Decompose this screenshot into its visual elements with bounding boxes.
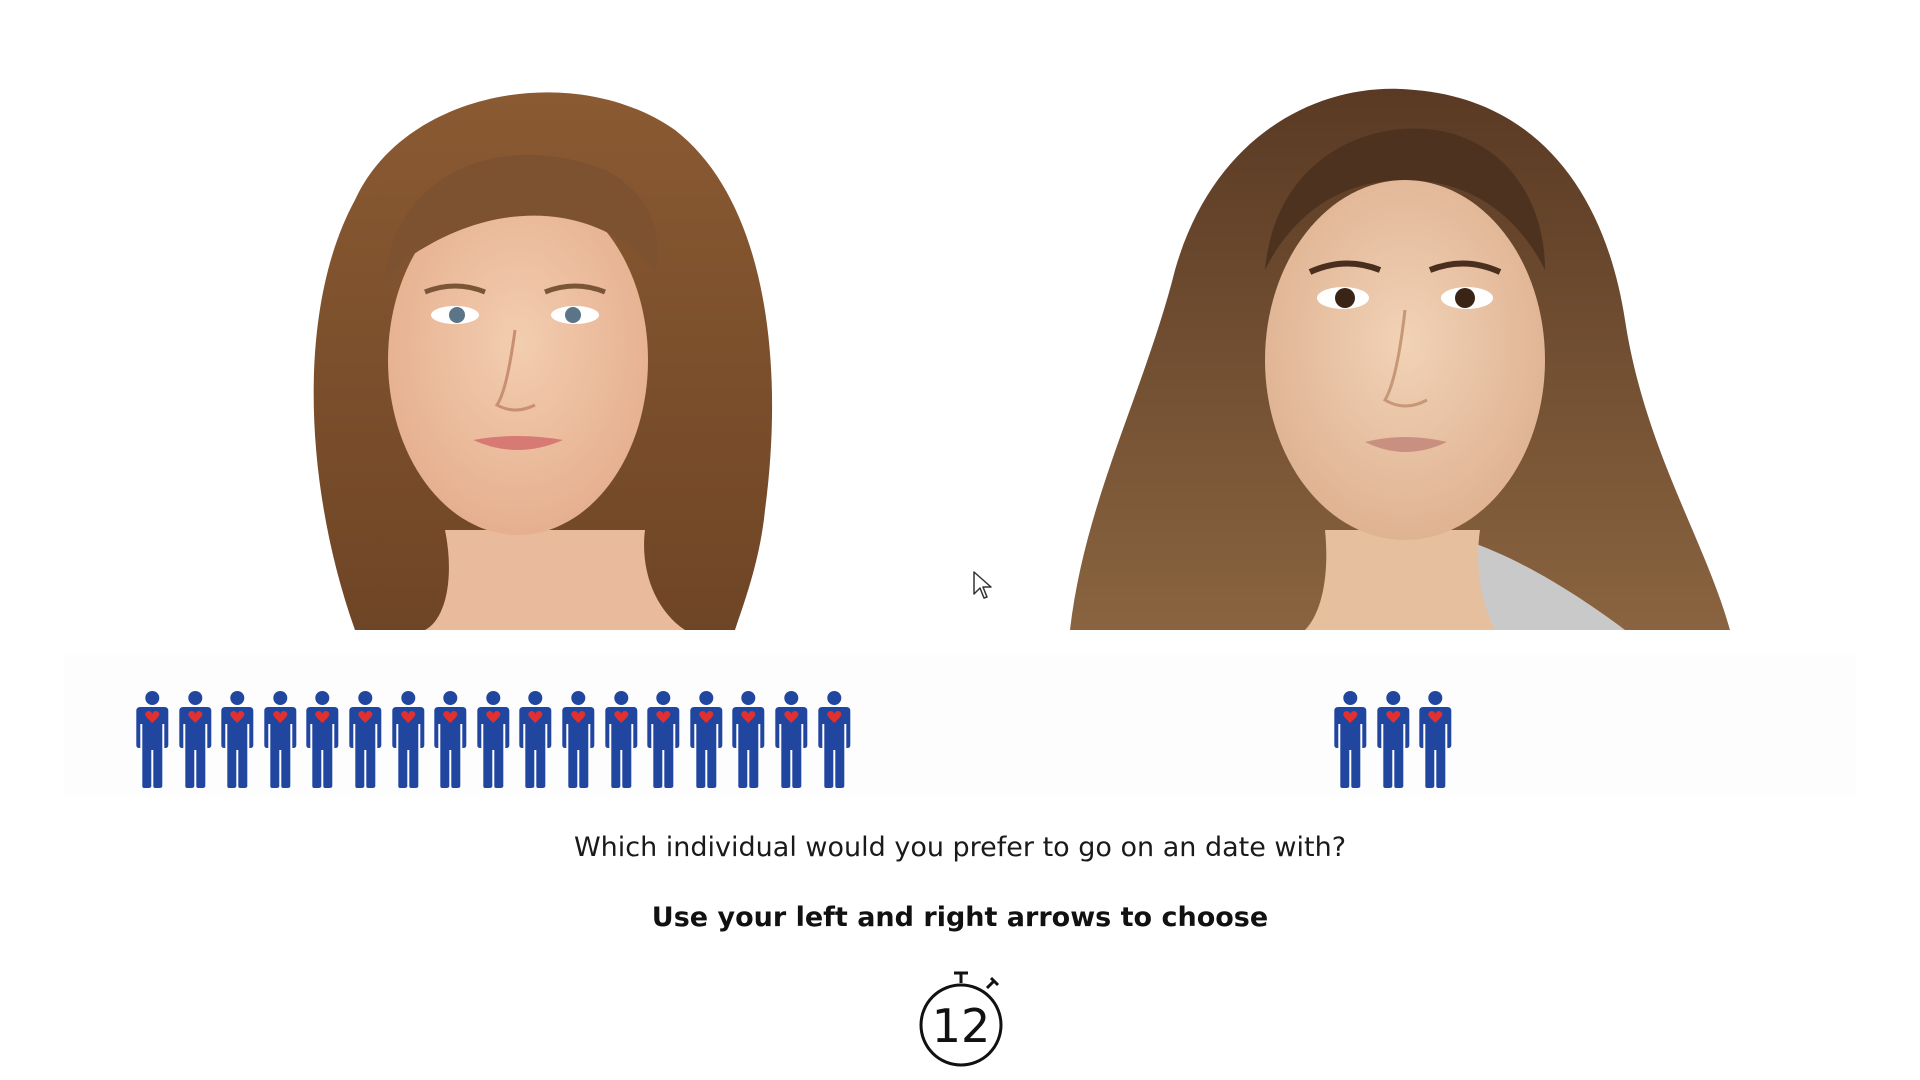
person-with-heart-icon bbox=[174, 690, 217, 788]
person-with-heart-icon bbox=[344, 690, 387, 788]
timer-value: 12 bbox=[931, 999, 991, 1053]
person-with-heart-icon bbox=[727, 690, 770, 788]
person-with-heart-icon bbox=[770, 690, 813, 788]
mouse-pointer-icon bbox=[972, 570, 994, 602]
countdown-timer: 12 bbox=[916, 970, 1006, 1070]
person-with-heart-icon bbox=[514, 690, 557, 788]
person-with-heart-icon bbox=[259, 690, 302, 788]
person-with-heart-icon bbox=[472, 690, 515, 788]
person-with-heart-icon bbox=[1372, 690, 1415, 788]
person-with-heart-icon bbox=[642, 690, 685, 788]
person-with-heart-icon bbox=[301, 690, 344, 788]
person-with-heart-icon bbox=[131, 690, 174, 788]
left-figure-row bbox=[131, 690, 855, 788]
person-with-heart-icon bbox=[387, 690, 430, 788]
right-figure-row bbox=[1329, 690, 1457, 788]
instruction-text: Use your left and right arrows to choose bbox=[651, 902, 1269, 933]
right-face-illustration bbox=[1070, 88, 1730, 630]
person-with-heart-icon bbox=[1329, 690, 1372, 788]
person-with-heart-icon bbox=[685, 690, 728, 788]
person-with-heart-icon bbox=[429, 690, 472, 788]
person-with-heart-icon bbox=[557, 690, 600, 788]
person-with-heart-icon bbox=[216, 690, 259, 788]
left-face-illustration bbox=[313, 92, 773, 630]
question-text: Which individual would you prefer to go … bbox=[573, 832, 1347, 863]
right-face-photo[interactable] bbox=[1065, 60, 1730, 630]
person-with-heart-icon bbox=[600, 690, 643, 788]
person-with-heart-icon bbox=[813, 690, 856, 788]
person-with-heart-icon bbox=[1414, 690, 1457, 788]
left-face-photo[interactable] bbox=[245, 60, 825, 630]
